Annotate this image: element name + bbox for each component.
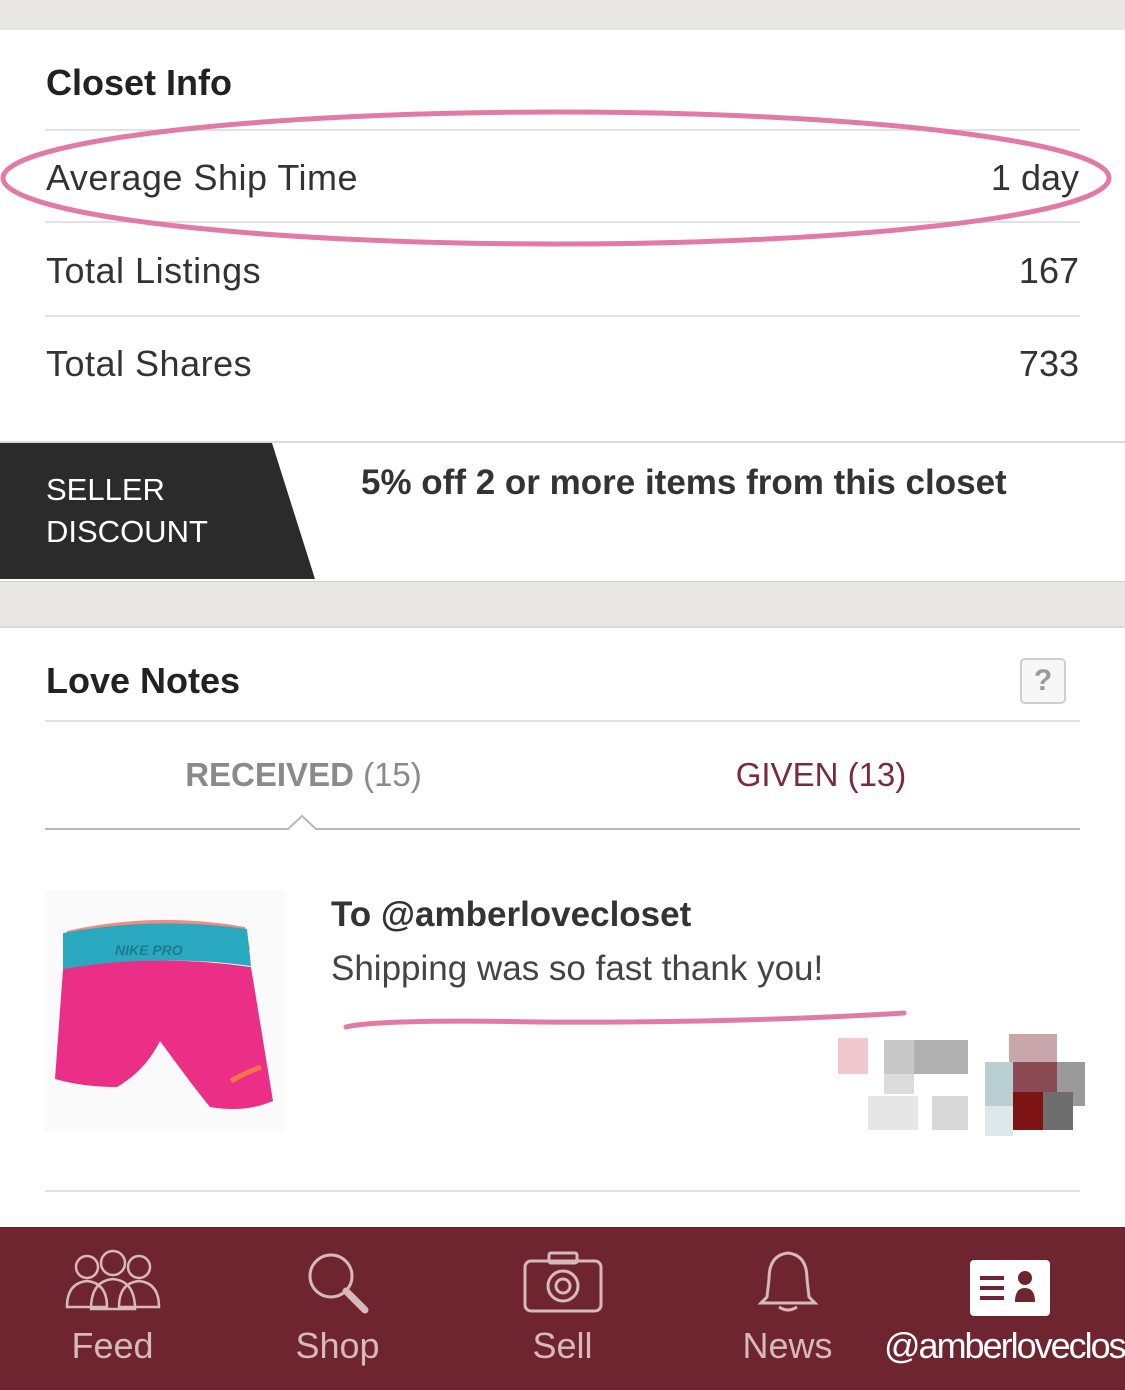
top-background-strip xyxy=(0,0,1125,30)
note-item-image[interactable]: NIKE PRO xyxy=(45,891,285,1131)
nav-item-feed[interactable]: Feed xyxy=(0,1227,225,1390)
help-button[interactable]: ? xyxy=(1020,658,1066,704)
nav-label-profile: @amberlovecloset xyxy=(884,1325,1125,1366)
pixelated-avatar-2 xyxy=(985,1034,1085,1136)
bell-icon xyxy=(756,1251,819,1312)
seller-discount-badge: SELLER DISCOUNT xyxy=(46,469,208,553)
badge-line-1: SELLER xyxy=(46,472,165,507)
help-icon: ? xyxy=(1033,664,1053,697)
people-icon xyxy=(65,1249,160,1311)
nav-label-feed: Feed xyxy=(71,1325,154,1366)
search-icon xyxy=(308,1253,368,1314)
closet-profile-icon xyxy=(970,1260,1050,1316)
closet-info-title: Closet Info xyxy=(46,62,232,103)
love-notes-title: Love Notes xyxy=(46,660,241,701)
divider xyxy=(45,1190,1080,1192)
nav-item-shop[interactable]: Shop xyxy=(225,1227,450,1390)
pixelated-avatar-1 xyxy=(838,1038,968,1130)
highlight-underline-annotation xyxy=(343,1010,907,1030)
divider xyxy=(45,720,1080,722)
badge-line-2: DISCOUNT xyxy=(46,514,208,549)
note-recipient[interactable]: To @amberlovecloset xyxy=(331,895,691,935)
divider xyxy=(45,315,1080,317)
camera-icon xyxy=(523,1251,602,1313)
nav-item-profile[interactable]: @amberlovecloset xyxy=(880,1227,1125,1390)
nav-item-news[interactable]: News xyxy=(675,1227,900,1390)
tab-received-count: (15) xyxy=(363,756,422,793)
nav-label-news: News xyxy=(742,1325,833,1366)
nav-label-shop: Shop xyxy=(295,1325,380,1366)
tab-given-label: GIVEN xyxy=(735,756,839,793)
nav-item-sell[interactable]: Sell xyxy=(450,1227,675,1390)
pink-shorts-image: NIKE PRO xyxy=(55,919,273,1109)
tab-received-label: RECEIVED xyxy=(185,756,354,793)
tab-received[interactable]: RECEIVED (15) xyxy=(45,756,562,794)
highlight-ellipse-annotation xyxy=(0,109,1112,247)
nike-pro-label: NIKE PRO xyxy=(115,942,183,958)
total-shares-label: Total Shares xyxy=(46,343,253,384)
tab-given[interactable]: GIVEN (13) xyxy=(562,756,1080,794)
seller-discount-text: 5% off 2 or more items from this closet xyxy=(361,463,1007,502)
tab-given-count: (13) xyxy=(847,756,907,793)
nav-label-sell: Sell xyxy=(532,1325,593,1366)
total-shares-value: 733 xyxy=(1018,343,1079,384)
tab-underline-with-caret xyxy=(45,814,1080,830)
bottom-nav: Feed Shop Sell News @amberlovecloset xyxy=(0,1227,1125,1390)
note-message: Shipping was so fast thank you! xyxy=(331,949,824,988)
section-gap xyxy=(0,582,1125,628)
